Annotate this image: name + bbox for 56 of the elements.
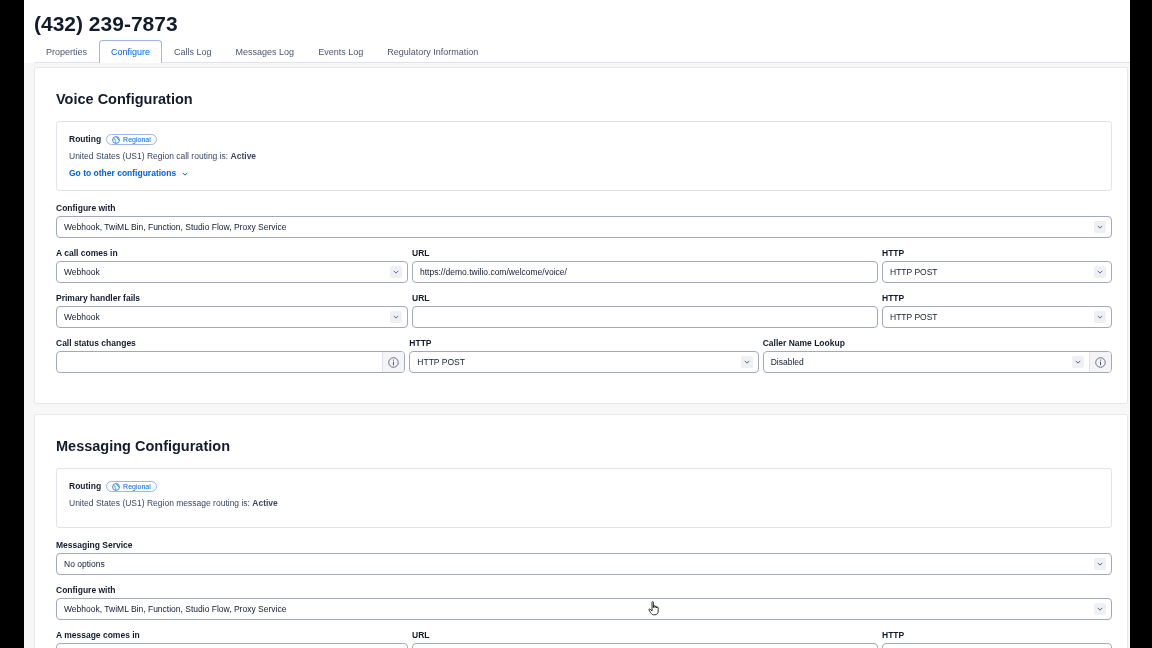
tab[interactable]: Configure: [99, 40, 163, 63]
field-label: Configure with: [56, 584, 116, 597]
chevron-down-icon: [1094, 603, 1106, 615]
tab[interactable]: Calls Log: [162, 40, 224, 63]
section-title: Voice Configuration: [56, 90, 194, 109]
routing-status: United States (US1) Region call routing is: Active: [69, 150, 257, 163]
select-field[interactable]: Webhook, TwiML Bin, Function, Studio Flow, Proxy Service: [56, 598, 1112, 620]
routing-label: Routing: [69, 480, 102, 493]
field-label: URL: [412, 629, 430, 642]
field-label: HTTP: [882, 629, 905, 642]
section-title: Messaging Configuration: [56, 437, 231, 456]
select-field[interactable]: HTTP POST: [409, 351, 759, 373]
chevron-down-icon: [390, 266, 402, 278]
select-field[interactable]: Webhook: [56, 261, 408, 283]
routing-label: Routing: [69, 133, 102, 146]
chevron-down-icon: [1094, 311, 1106, 323]
tab[interactable]: Messages Log: [223, 40, 307, 63]
chevron-down-icon: [1094, 558, 1106, 570]
globe-icon: [112, 135, 121, 144]
select-field[interactable]: Disabled: [762, 351, 1112, 373]
chevron-down-icon: [740, 356, 753, 368]
field-label: A message comes in: [56, 629, 140, 642]
page-title: (432) 239-7873: [34, 12, 179, 36]
field-label: Caller Name Lookup: [762, 337, 845, 350]
chevron-down-icon: [390, 311, 402, 323]
chevron-down-icon: [182, 171, 189, 176]
configurations-link[interactable]: Go to other configurations: [69, 165, 189, 182]
field-label: HTTP: [882, 247, 905, 260]
select-field[interactable]: Webhook: [56, 306, 408, 328]
field-label: Primary handler fails: [56, 292, 141, 305]
chevron-down-icon: [1094, 221, 1106, 233]
field-label: HTTP: [409, 337, 432, 350]
hand-cursor-icon: [648, 601, 660, 616]
field-label: Messaging Service: [56, 539, 133, 552]
field-label: URL: [412, 292, 430, 305]
routing-status: United States (US1) Region message routing is: Active: [69, 497, 278, 510]
field-label: Configure with: [56, 202, 116, 215]
tab[interactable]: Properties: [34, 40, 100, 63]
chevron-down-icon: [1094, 266, 1106, 278]
info-icon: [388, 356, 400, 368]
text-field[interactable]: https://demo.twilio.com/welcome/voice/: [412, 261, 878, 283]
text-field[interactable]: [56, 351, 406, 373]
select-field[interactable]: HTTP POST: [882, 261, 1112, 283]
info-icon: [1095, 356, 1106, 368]
field-label: A call comes in: [56, 247, 118, 260]
text-field[interactable]: [412, 306, 878, 328]
tab[interactable]: Regulatory Information: [375, 40, 491, 63]
tab[interactable]: Events Log: [306, 40, 376, 63]
field-label: Call status changes: [56, 337, 136, 350]
globe-icon: [112, 482, 121, 491]
chevron-down-icon: [1072, 356, 1084, 368]
select-field[interactable]: Webhook, TwiML Bin, Function, Studio Flow, Proxy Service: [56, 216, 1112, 238]
field-label: URL: [412, 247, 430, 260]
field-label: HTTP: [882, 292, 905, 305]
select-field[interactable]: No options: [56, 553, 1112, 575]
select-field[interactable]: HTTP POST: [882, 306, 1112, 328]
